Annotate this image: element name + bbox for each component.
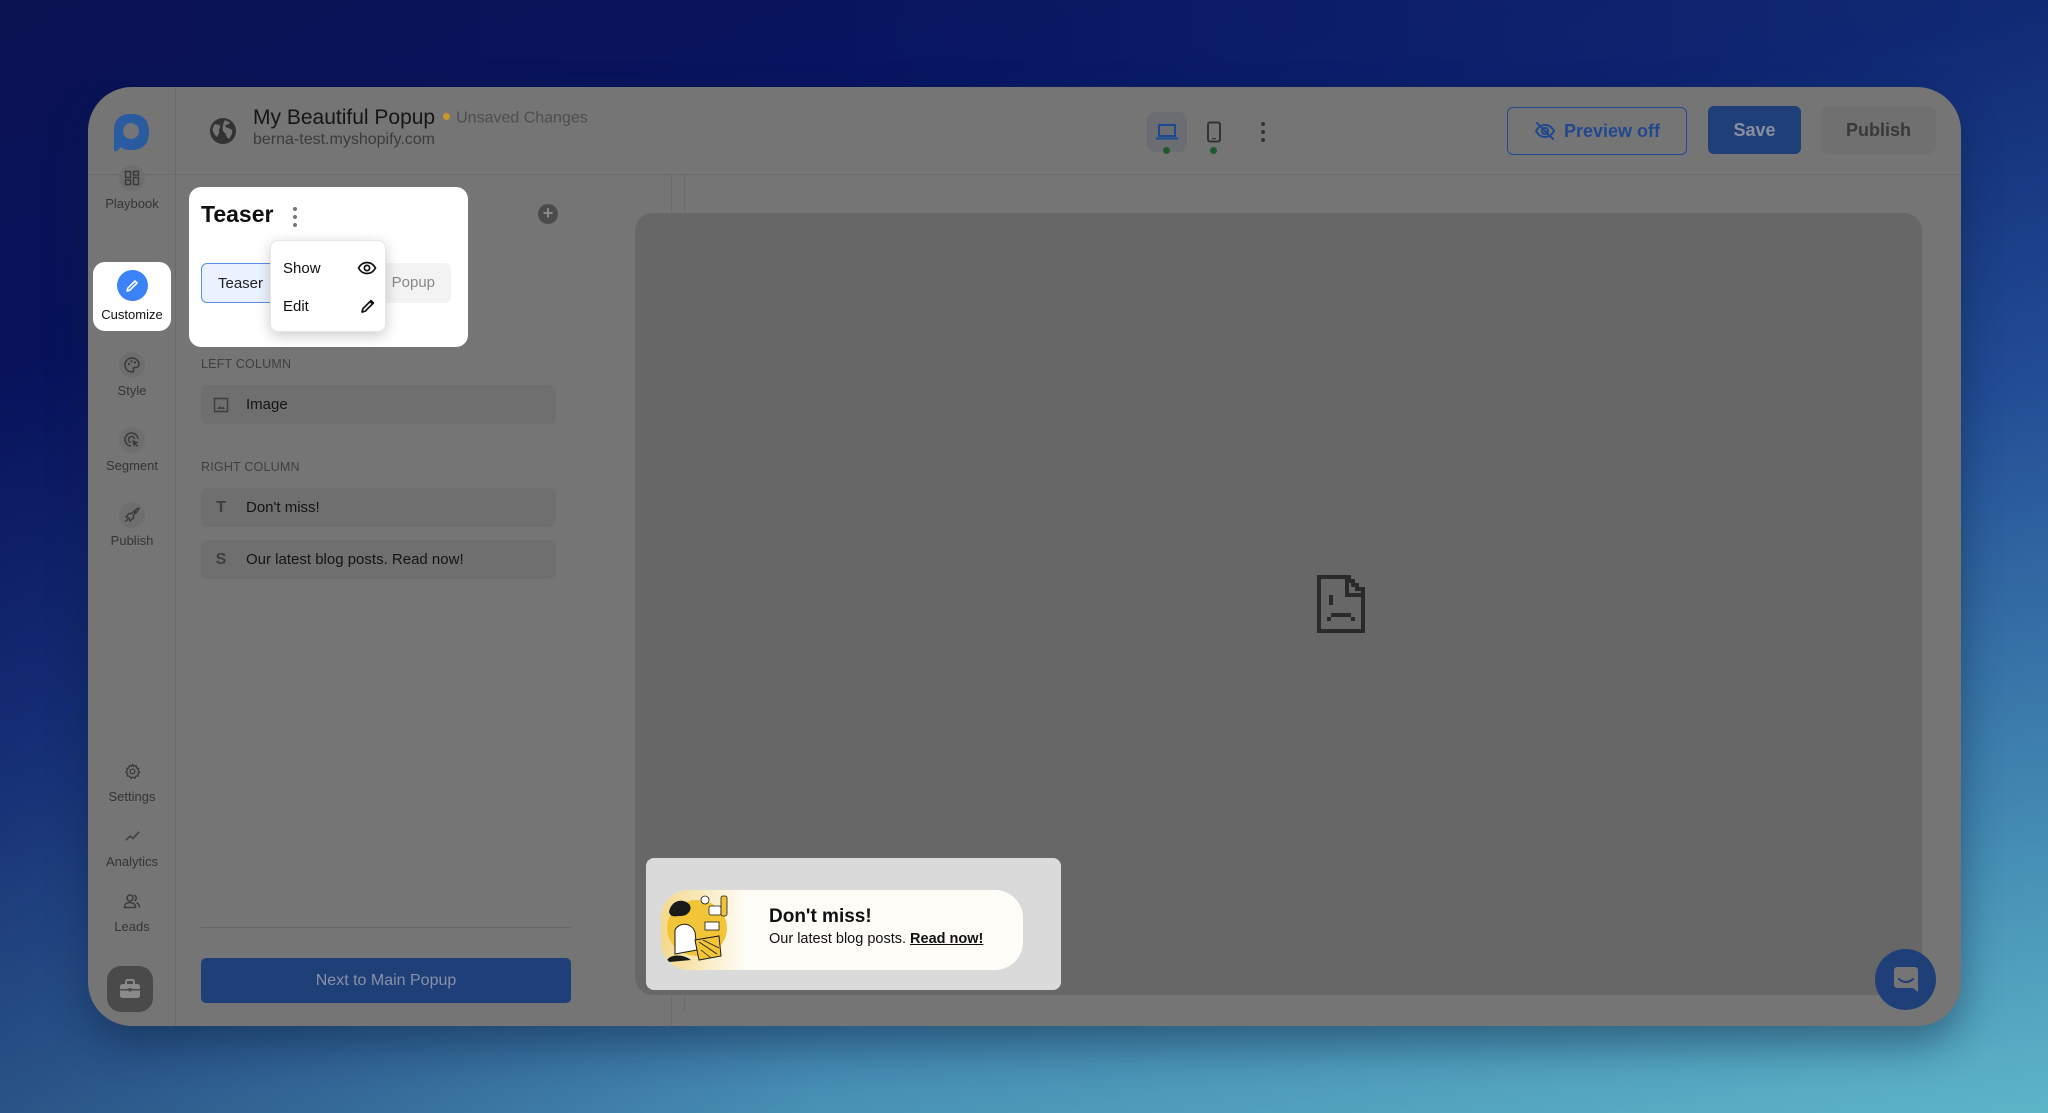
eye-icon: [357, 261, 377, 275]
unsaved-status-dot: [443, 113, 451, 121]
sidebar-item-label: Segment: [105, 458, 159, 473]
teaser-preview-body-text: Our latest blog posts.: [769, 931, 907, 947]
store-domain: berna-test.myshopify.com: [253, 131, 435, 148]
gear-icon: [119, 758, 145, 784]
menu-item-label: Edit: [283, 297, 309, 315]
layer-item-title[interactable]: T Don't miss!: [201, 488, 556, 527]
panel-footer-divider: [201, 927, 571, 928]
briefcase-button[interactable]: [107, 966, 153, 1012]
rocket-icon: [119, 502, 145, 528]
teaser-preview-title: Don't miss!: [769, 906, 872, 927]
laptop-icon: [1156, 124, 1178, 140]
eye-off-icon: [1534, 122, 1556, 140]
menu-item-show[interactable]: Show: [283, 253, 377, 283]
preview-toggle-label: Preview off: [1563, 120, 1661, 141]
sidebar-item-style[interactable]: Style: [94, 344, 170, 412]
sidebar-item-label: Leads: [114, 919, 150, 934]
section-label-right-column: RIGHT COLUMN: [201, 460, 300, 474]
sidebar-item-settings[interactable]: Settings: [94, 750, 170, 818]
sidebar-item-label: Publish: [110, 533, 154, 548]
app-logo-icon[interactable]: [110, 111, 152, 153]
preview-toggle-button[interactable]: Preview off: [1507, 107, 1687, 155]
layer-label: Don't miss!: [246, 499, 320, 516]
mobile-view-button[interactable]: [1194, 112, 1234, 152]
sidebar-item-label: Style: [117, 383, 147, 398]
sidebar-item-publish[interactable]: Publish: [94, 494, 170, 562]
more-options-button[interactable]: [1253, 120, 1273, 144]
layer-item-subtext[interactable]: S Our latest blog posts. Read now!: [201, 540, 556, 579]
add-element-button[interactable]: +: [538, 204, 558, 224]
text-icon: T: [216, 498, 226, 516]
panel-title: Teaser: [201, 201, 274, 227]
chat-icon: [1893, 966, 1918, 992]
broken-page-icon: [1317, 575, 1365, 633]
grid-icon: [119, 165, 145, 191]
teaser-preview-body: Our latest blog posts. Read now!: [769, 931, 983, 947]
publish-button[interactable]: Publish: [1821, 106, 1936, 154]
desktop-view-button[interactable]: [1147, 112, 1187, 152]
layer-label: Image: [246, 396, 288, 413]
next-to-main-popup-button[interactable]: Next to Main Popup: [201, 958, 571, 1003]
palette-icon: [119, 352, 145, 378]
mobile-active-dot: [1210, 147, 1217, 154]
teaser-options-menu: Show Edit: [270, 240, 386, 332]
section-label-left-column: LEFT COLUMN: [201, 357, 292, 371]
teaser-options-button[interactable]: [291, 207, 299, 227]
globe-icon: [210, 118, 236, 144]
mobile-icon: [1207, 121, 1221, 143]
menu-item-edit[interactable]: Edit: [283, 291, 377, 321]
save-button[interactable]: Save: [1708, 106, 1801, 154]
subtext-icon: S: [215, 550, 227, 568]
sidebar-item-label: Playbook: [105, 196, 159, 211]
sidebar-item-playbook[interactable]: Playbook: [94, 157, 170, 225]
tab-popup[interactable]: Popup: [392, 274, 435, 291]
pencil-icon: [116, 270, 148, 301]
teaser-preview-frame: Don't miss! Our latest blog posts. Read …: [646, 858, 1061, 990]
teaser-preview[interactable]: Don't miss! Our latest blog posts. Read …: [661, 890, 1023, 970]
sidebar-item-analytics[interactable]: Analytics: [94, 815, 170, 883]
pencil-icon: [361, 299, 375, 313]
layer-label: Our latest blog posts. Read now!: [246, 551, 464, 568]
unsaved-status: Unsaved Changes: [456, 109, 588, 127]
chart-line-icon: [119, 823, 145, 849]
popup-title-text: My Beautiful Popup: [253, 106, 436, 129]
chat-support-button[interactable]: [1875, 949, 1936, 1010]
sidebar-item-leads[interactable]: Leads: [94, 880, 170, 948]
desktop-active-dot: [1163, 147, 1170, 154]
sidebar-item-label: Customize: [101, 307, 163, 322]
target-cursor-icon: [119, 427, 145, 453]
popup-title[interactable]: My Beautiful Popup Unsaved Changes: [253, 106, 588, 130]
sidebar-item-customize[interactable]: Customize: [93, 262, 171, 331]
layer-item-image[interactable]: Image: [201, 385, 556, 424]
briefcase-icon: [120, 979, 140, 998]
image-icon: [211, 397, 231, 413]
users-icon: [119, 888, 145, 914]
nav-sidebar: Playbook Customize Style Segment Publish: [88, 87, 176, 1026]
sidebar-item-label: Settings: [108, 789, 156, 804]
menu-item-label: Show: [283, 259, 321, 277]
teaser-preview-link[interactable]: Read now!: [910, 931, 983, 947]
teaser-illustration: [661, 890, 747, 970]
sidebar-item-segment[interactable]: Segment: [94, 419, 170, 487]
sidebar-item-label: Analytics: [105, 854, 159, 869]
